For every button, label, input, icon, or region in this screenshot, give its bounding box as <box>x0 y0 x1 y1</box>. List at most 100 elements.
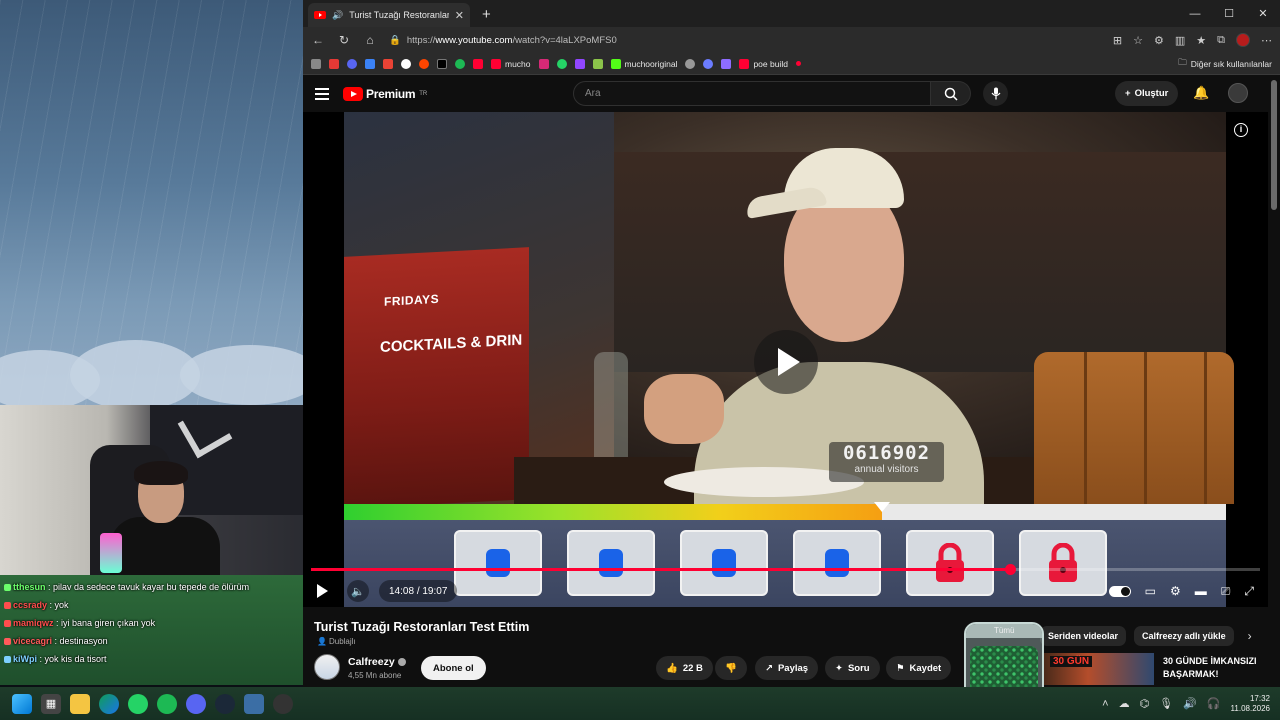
spotify-icon[interactable] <box>157 693 177 714</box>
create-button[interactable]: + Oluştur <box>1115 81 1179 106</box>
steam-icon[interactable] <box>215 693 235 714</box>
microphone-icon[interactable]: 🎙 <box>1159 697 1173 710</box>
account-avatar[interactable] <box>1228 83 1248 103</box>
minimize-button[interactable]: — <box>1178 0 1212 27</box>
back-icon[interactable]: ← <box>311 33 325 47</box>
app-icon[interactable] <box>244 693 264 714</box>
google-icon[interactable] <box>401 58 411 69</box>
cast-icon[interactable]: ⎚ <box>1221 584 1231 599</box>
windows-start-icon[interactable] <box>12 693 32 714</box>
chat-username[interactable]: tthesun <box>13 582 46 592</box>
suggested-video-title[interactable]: 30 GÜNDE İMKANSIZI BAŞARMAK! <box>1163 655 1273 681</box>
split-screen-icon[interactable]: ▥ <box>1175 34 1185 47</box>
volume-icon[interactable]: 🔊 <box>1183 697 1197 710</box>
progress-bar[interactable] <box>311 564 1260 575</box>
info-icon[interactable]: i <box>1234 123 1248 137</box>
bookmark-poe-build[interactable]: poe build <box>739 58 788 69</box>
bookmark-mucho[interactable]: mucho <box>491 58 531 69</box>
fullscreen-icon[interactable]: ⤢ <box>1244 584 1254 599</box>
cloud-icon[interactable]: ☁ <box>1119 697 1130 710</box>
like-button[interactable]: 👍 22 B <box>656 656 713 680</box>
video-player[interactable]: FRIDAYS COCKTAILS & DRIN 0616902 annual … <box>303 112 1268 607</box>
chip-all[interactable]: Tümü <box>994 626 1014 635</box>
save-button[interactable]: ⚑ Kaydet <box>886 656 952 680</box>
bookmark-icon[interactable] <box>311 58 321 69</box>
network-icon[interactable]: ⌬ <box>1140 697 1150 710</box>
other-bookmarks[interactable]: 🗀 Diğer sık kullanılanlar <box>1178 57 1272 71</box>
twitch-icon[interactable] <box>574 58 585 69</box>
chip-channel-uploads[interactable]: Calfreezy adlı yükle <box>1134 626 1234 646</box>
bookmark-icon[interactable] <box>703 58 714 69</box>
bookmark-icon[interactable] <box>347 58 357 69</box>
reddit-icon[interactable] <box>419 58 429 69</box>
suggested-video-thumbnail[interactable]: 30 GÜN <box>1044 653 1154 685</box>
bookmark-icon[interactable] <box>721 58 732 69</box>
chevron-up-icon[interactable]: ˄ <box>1102 698 1108 710</box>
cloth-icon <box>480 543 516 583</box>
bookmark-icon[interactable] <box>592 58 603 69</box>
bookmark-icon[interactable] <box>455 58 465 69</box>
share-button[interactable]: ↗ Paylaş <box>755 656 819 680</box>
volume-button[interactable]: 🔈 <box>347 580 369 602</box>
chevron-right-icon[interactable]: › <box>1248 629 1252 643</box>
search-button[interactable] <box>931 81 971 106</box>
bookmark-icon[interactable] <box>329 58 339 69</box>
reload-icon[interactable]: ↻ <box>337 33 351 47</box>
chat-username[interactable]: ccsrady <box>13 600 47 610</box>
favorites-icon[interactable]: ★ <box>1196 34 1206 47</box>
youtube-icon[interactable] <box>473 58 483 69</box>
whatsapp-icon[interactable] <box>128 693 148 714</box>
speaker-icon[interactable]: 🔊 <box>332 10 343 21</box>
big-play-button[interactable] <box>754 330 818 394</box>
menu-icon[interactable] <box>315 87 329 100</box>
subtitles-icon[interactable]: ▭ <box>1145 584 1156 598</box>
maximize-button[interactable]: ☐ <box>1212 0 1246 27</box>
clock[interactable]: 17:32 11.08.2026 <box>1231 694 1270 714</box>
obs-icon[interactable] <box>273 693 293 714</box>
chat-username[interactable]: kiWpi <box>13 654 37 664</box>
theater-mode-icon[interactable]: ▬ <box>1195 584 1207 598</box>
url-field[interactable]: 🔒 https://www.youtube.com/watch?v=4laLXP… <box>389 29 1101 51</box>
more-icon[interactable]: ⋯ <box>1261 34 1272 47</box>
chat-username[interactable]: mamiqwz <box>13 618 54 628</box>
headset-icon[interactable]: 🎧 <box>1207 697 1221 710</box>
collections-icon[interactable]: ⧉ <box>1217 34 1225 47</box>
settings-icon[interactable]: ⚙ <box>1170 584 1181 598</box>
instagram-icon[interactable] <box>538 58 549 69</box>
play-button[interactable] <box>317 580 333 602</box>
chip-series-videos[interactable]: Seriden videolar <box>1040 626 1127 646</box>
close-tab-icon[interactable]: ✕ <box>455 9 464 22</box>
new-tab-button[interactable]: + <box>482 6 491 23</box>
extensions-icon[interactable]: ⚙ <box>1154 34 1164 47</box>
channel-avatar[interactable] <box>314 654 340 680</box>
page-scrollbar[interactable] <box>1271 80 1277 210</box>
youtube-favicon-icon <box>314 11 326 19</box>
profile-avatar[interactable] <box>1236 33 1250 47</box>
app-available-icon[interactable]: ⊞ <box>1113 34 1122 47</box>
dislike-button[interactable]: 👎 <box>715 656 747 680</box>
search-input[interactable]: Ara <box>573 81 931 106</box>
home-icon[interactable]: ⌂ <box>363 33 377 47</box>
notifications-bell-icon[interactable]: 🔔 <box>1193 85 1209 101</box>
youtube-logo[interactable]: Premium TR <box>343 86 427 101</box>
x-icon[interactable] <box>437 58 447 69</box>
discord-icon[interactable] <box>186 693 206 714</box>
autoplay-toggle[interactable] <box>1108 585 1131 597</box>
close-window-button[interactable]: ✕ <box>1246 0 1280 27</box>
favorite-star-icon[interactable]: ☆ <box>1133 34 1143 47</box>
tab-youtube[interactable]: 🔊 Turist Tuzağı Restoranları Test ✕ <box>308 3 470 27</box>
bookmark-icon[interactable] <box>685 58 696 69</box>
bookmark-muchooriginal[interactable]: muchooriginal <box>610 58 677 69</box>
gmail-icon[interactable] <box>383 58 393 69</box>
voice-search-button[interactable] <box>983 81 1008 106</box>
channel-name[interactable]: Calfreezy <box>348 656 406 668</box>
edge-icon[interactable] <box>99 693 119 714</box>
bookmark-icon[interactable] <box>795 61 801 66</box>
chat-username[interactable]: vicecagri <box>13 636 52 646</box>
whatsapp-icon[interactable] <box>556 58 567 69</box>
bookmark-icon[interactable] <box>365 58 375 69</box>
subscribe-button[interactable]: Abone ol <box>421 656 486 680</box>
calculator-icon[interactable]: ▦ <box>41 693 61 714</box>
file-explorer-icon[interactable] <box>70 693 90 714</box>
ask-button[interactable]: ✦ Soru <box>825 656 880 680</box>
